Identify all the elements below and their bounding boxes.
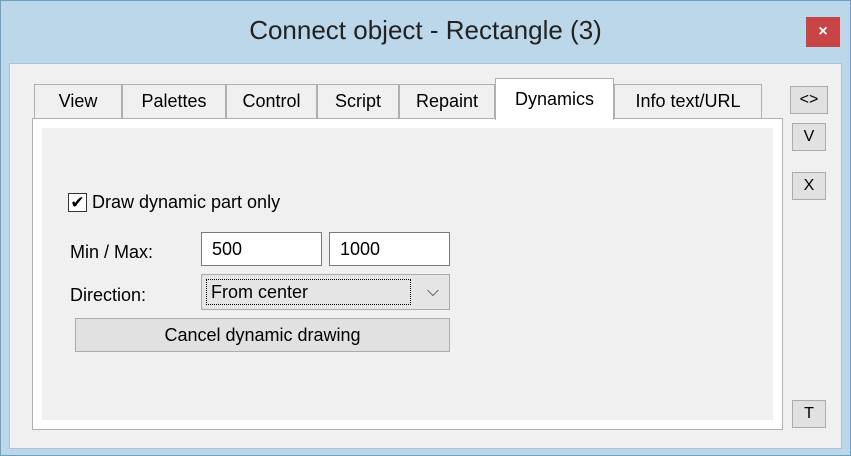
direction-label: Direction: xyxy=(70,285,147,305)
x-button[interactable]: X xyxy=(792,172,826,200)
window-title: Connect object - Rectangle (3) xyxy=(249,15,602,45)
dynamics-panel: ✔ Draw dynamic part only Min / Max: 500 … xyxy=(32,118,783,430)
tab-label: Script xyxy=(334,91,381,111)
tab-label: Dynamics xyxy=(514,89,594,109)
draw-dynamic-part-checkbox[interactable]: ✔ xyxy=(68,193,87,212)
navigate-button[interactable]: <> xyxy=(790,86,828,114)
title-bar[interactable]: Connect object - Rectangle (3) × xyxy=(1,1,850,63)
dialog-client-area: View Palettes Control Script Repaint Dyn… xyxy=(9,63,842,449)
direction-selected-value: From center xyxy=(206,279,411,305)
v-button[interactable]: V xyxy=(792,123,826,151)
dynamics-panel-content: ✔ Draw dynamic part only Min / Max: 500 … xyxy=(42,128,773,420)
cancel-dynamic-drawing-button[interactable]: Cancel dynamic drawing xyxy=(75,318,450,352)
close-icon: × xyxy=(818,23,828,40)
close-button[interactable]: × xyxy=(806,17,840,47)
t-button[interactable]: T xyxy=(792,400,826,428)
tab-info-text-url[interactable]: Info text/URL xyxy=(614,84,762,118)
dialog-window: Connect object - Rectangle (3) × View Pa… xyxy=(0,0,851,456)
tab-script[interactable]: Script xyxy=(317,84,399,118)
min-input[interactable]: 500 xyxy=(201,232,322,266)
max-input[interactable]: 1000 xyxy=(329,232,450,266)
draw-dynamic-part-label: Draw dynamic part only xyxy=(92,192,281,212)
tab-label: View xyxy=(58,91,98,111)
tab-palettes[interactable]: Palettes xyxy=(122,84,226,118)
tab-label: Repaint xyxy=(415,91,479,111)
direction-select[interactable]: From center ⌵ xyxy=(201,274,450,310)
tab-repaint[interactable]: Repaint xyxy=(399,84,495,118)
tab-dynamics[interactable]: Dynamics xyxy=(495,78,614,120)
tab-label: Palettes xyxy=(141,91,207,111)
tab-label: Control xyxy=(242,91,301,111)
chevron-down-icon: ⌵ xyxy=(426,283,439,300)
tab-control[interactable]: Control xyxy=(226,84,317,118)
tab-view[interactable]: View xyxy=(34,84,122,118)
checkmark-icon: ✔ xyxy=(70,193,85,212)
tab-label: Info text/URL xyxy=(635,91,741,111)
minmax-label: Min / Max: xyxy=(70,242,154,262)
